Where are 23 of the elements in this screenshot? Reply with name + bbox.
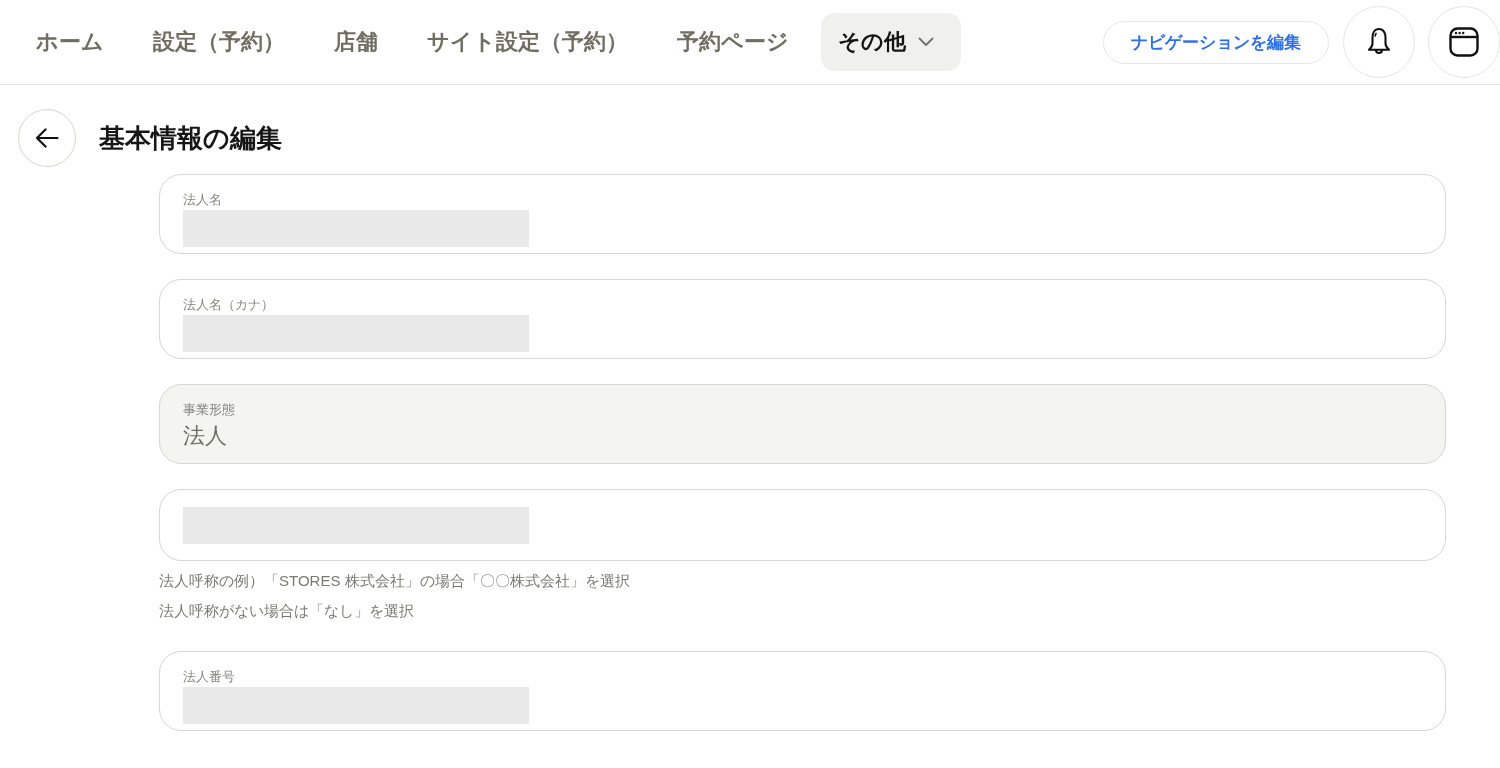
- nav-tab[interactable]: 予約ページ: [660, 13, 806, 71]
- text-field[interactable]: 法人名: [159, 174, 1446, 254]
- nav-tab[interactable]: 店舗: [317, 13, 395, 71]
- arrow-left-icon: [35, 128, 59, 148]
- caret-icon: [918, 37, 934, 47]
- help-text: 法人呼称の例）「STORES 株式会社」の場合「〇〇株式会社」を選択: [159, 571, 631, 591]
- field-label: 法人名: [183, 192, 222, 208]
- field-label: 法人番号: [183, 669, 235, 685]
- nav-tab[interactable]: ホーム: [19, 13, 121, 71]
- text-field[interactable]: 法人名（カナ）: [159, 279, 1446, 359]
- field-value: 法人: [183, 422, 227, 450]
- text-field[interactable]: 法人番号: [159, 651, 1446, 731]
- help-text: 法人呼称がない場合は「なし」を選択: [159, 601, 415, 621]
- nav-tab[interactable]: その他: [821, 13, 961, 71]
- page-title: 基本情報の編集: [99, 121, 282, 155]
- nav-tab[interactable]: 設定（予約）: [136, 13, 302, 71]
- browser-window-icon: [1449, 27, 1479, 57]
- field-label: 事業形態: [183, 402, 235, 418]
- nav-tab[interactable]: サイト設定（予約）: [410, 13, 645, 71]
- edit-navigation-button[interactable]: ナビゲーションを編集: [1103, 20, 1329, 64]
- field-label: 法人名（カナ）: [183, 297, 274, 313]
- bell-icon: [1367, 27, 1391, 57]
- text-field[interactable]: [159, 489, 1446, 561]
